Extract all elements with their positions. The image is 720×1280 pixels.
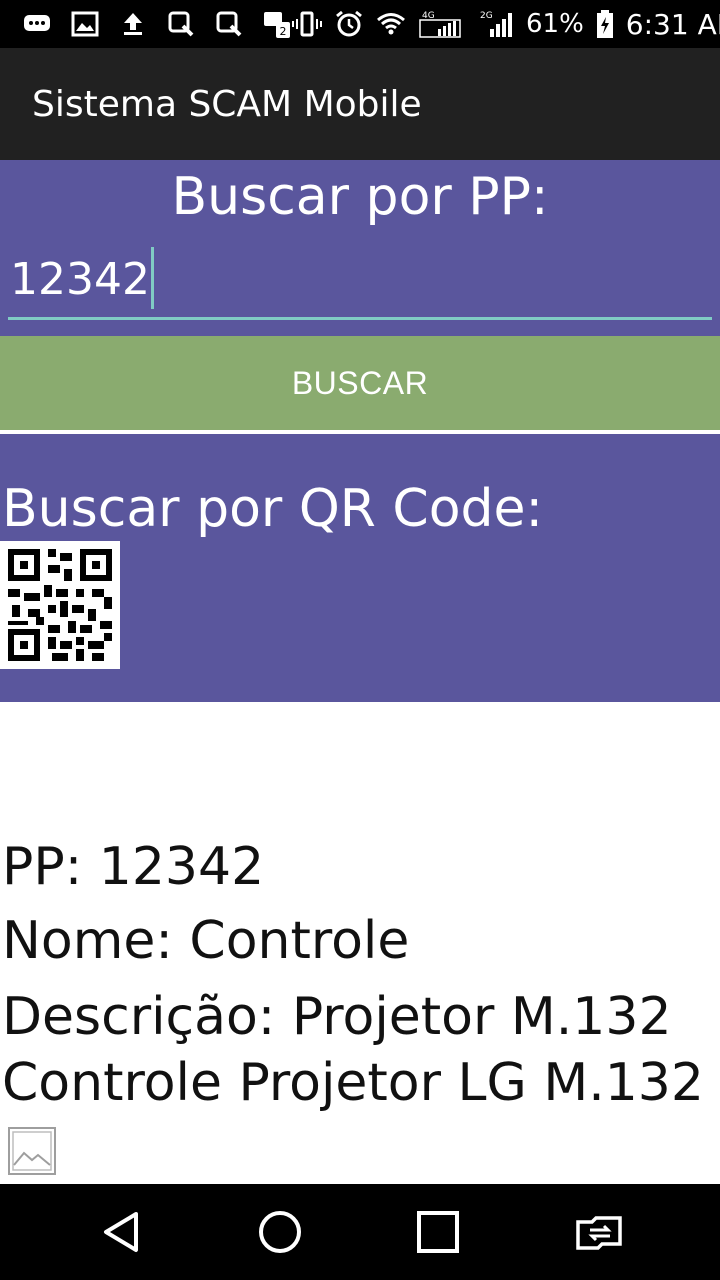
- buscar-button[interactable]: BUSCAR: [0, 336, 720, 430]
- home-icon: [259, 1211, 301, 1253]
- pp-search-input-value: 12342: [10, 254, 150, 305]
- result-descricao: Descrição: Projetor M.132 Controle Proje…: [2, 987, 704, 1113]
- sim-switch-button[interactable]: [572, 1208, 628, 1256]
- wifi-icon: [376, 9, 406, 39]
- back-icon: [104, 1212, 138, 1252]
- home-button[interactable]: [256, 1208, 304, 1256]
- status-right-icons: 4G 2G 61% 6:31 AM: [292, 8, 720, 41]
- pp-search-field[interactable]: 12342: [8, 244, 712, 320]
- alarm-icon: [334, 9, 364, 39]
- text-caret: [150, 247, 154, 309]
- search-qr-panel: Buscar por QR Code:: [0, 434, 720, 702]
- app-title: Sistema SCAM Mobile: [32, 83, 422, 125]
- status-time: 6:31 AM: [625, 7, 720, 41]
- pp-search-input[interactable]: 12342: [10, 247, 154, 313]
- battery-percent: 61%: [526, 9, 584, 39]
- status-bar: 2 4G 2G 61% 6:31 AM: [0, 0, 720, 48]
- signal-2g-icon: 2G: [474, 9, 514, 39]
- search-app-icon-2: [214, 9, 244, 39]
- battery-charging-icon: [596, 9, 614, 39]
- search-pp-label: Buscar por PP:: [171, 167, 549, 227]
- search-qr-label: Buscar por QR Code:: [2, 479, 544, 539]
- upload-icon: [118, 9, 148, 39]
- result-nome: Nome: Controle: [2, 911, 410, 971]
- signal-4g-icon: 4G: [418, 9, 462, 39]
- sim-notification-icon: 2: [262, 9, 292, 39]
- search-app-icon: [166, 9, 196, 39]
- image-placeholder-icon: [8, 1127, 56, 1175]
- qr-code-icon: [8, 549, 112, 661]
- network-2g-label: 2G: [480, 11, 493, 21]
- recents-icon: [417, 1211, 459, 1253]
- recents-button[interactable]: [414, 1208, 462, 1256]
- search-pp-panel: Buscar por PP: 12342: [0, 160, 720, 336]
- image-icon: [70, 9, 100, 39]
- input-underline: [8, 317, 712, 320]
- vibrate-icon: [292, 9, 322, 39]
- back-button[interactable]: [98, 1208, 146, 1256]
- result-pp: PP: 12342: [2, 837, 265, 897]
- sim-switch-icon: [576, 1216, 622, 1250]
- qr-code-button[interactable]: [0, 541, 120, 669]
- status-left-icons: 2: [22, 9, 292, 39]
- app-bar: Sistema SCAM Mobile: [0, 48, 720, 160]
- navigation-bar: [0, 1184, 720, 1280]
- svg-text:2: 2: [280, 25, 287, 38]
- messaging-icon: [22, 9, 52, 39]
